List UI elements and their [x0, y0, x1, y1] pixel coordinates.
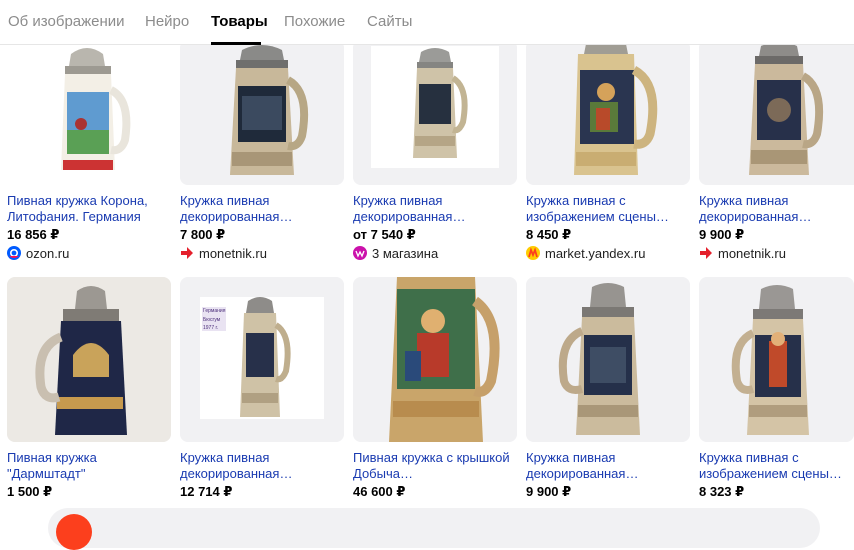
- product-price: 8 323 ₽: [699, 484, 745, 499]
- product-image[interactable]: [180, 40, 344, 185]
- tab-similar[interactable]: Похожие: [284, 13, 345, 30]
- sign-text-line1: Германия: [203, 308, 226, 314]
- product-title[interactable]: Кружка пивная декорированная…: [180, 450, 344, 482]
- product-title[interactable]: Кружка пивная декорированная…: [699, 193, 854, 225]
- shop-name: 3 магазина: [372, 245, 439, 261]
- product-title[interactable]: Кружка пивная декорированная…: [526, 450, 690, 482]
- shop-name: market.yandex.ru: [545, 245, 646, 261]
- ozon-icon: [7, 246, 21, 260]
- product-title[interactable]: Кружка пивная декорированная…: [180, 193, 344, 225]
- product-image[interactable]: [7, 277, 171, 442]
- product-price: 9 900 ₽: [526, 484, 572, 499]
- tab-sites[interactable]: Сайты: [367, 13, 412, 30]
- shop-link[interactable]: ozon.ru: [7, 245, 69, 261]
- wildberries-icon: [353, 246, 367, 260]
- shop-link[interactable]: monetnik.ru: [180, 245, 267, 261]
- product-card[interactable]: Пивная кружка "Дармштадт" 1 500 ₽: [7, 277, 171, 501]
- product-title[interactable]: Пивная кружка Корона, Литофания. Германи…: [7, 193, 171, 225]
- product-price: 16 856 ₽: [7, 227, 60, 242]
- shop-name: monetnik.ru: [199, 245, 267, 261]
- product-image[interactable]: [526, 277, 690, 442]
- product-title[interactable]: Кружка пивная с изображением сцены…: [699, 450, 854, 482]
- tab-bar: Об изображении Нейро Товары Похожие Сайт…: [0, 0, 854, 45]
- product-card[interactable]: Германия Бюсгум 1977 г. Кружка пивная де…: [180, 277, 344, 501]
- shop-name: ozon.ru: [26, 245, 70, 261]
- yandex-market-icon: [526, 246, 540, 260]
- tab-about-image[interactable]: Об изображении: [8, 13, 125, 30]
- product-price: от 7 540 ₽: [353, 227, 416, 242]
- product-price: 8 450 ₽: [526, 227, 572, 242]
- product-title[interactable]: Кружка пивная с изображением сцены…: [526, 193, 690, 225]
- product-image[interactable]: [353, 40, 517, 185]
- product-price: 1 500 ₽: [7, 484, 53, 499]
- sign-text-line2: Бюсгум: [203, 317, 221, 323]
- monetnik-arrow-icon: [180, 246, 194, 260]
- sign-text-line3: 1977 г.: [203, 325, 218, 331]
- tab-neuro[interactable]: Нейро: [145, 13, 189, 30]
- tab-products[interactable]: Товары: [211, 13, 268, 30]
- product-price: 9 900 ₽: [699, 227, 745, 242]
- product-price: 12 714 ₽: [180, 484, 233, 499]
- shop-name: monetnik.ru: [718, 245, 786, 261]
- product-image[interactable]: [353, 277, 517, 442]
- shop-link[interactable]: 3 магазина: [353, 245, 438, 261]
- product-image[interactable]: [7, 40, 171, 185]
- product-image[interactable]: [526, 40, 690, 185]
- product-title[interactable]: Пивная кружка "Дармштадт": [7, 450, 171, 482]
- products-grid: Пивная кружка Корона, Литофания. Германи…: [0, 0, 854, 524]
- search-bar[interactable]: [48, 508, 820, 548]
- product-card[interactable]: Пивная кружка с крышкой Добыча… 46 600 ₽: [353, 277, 517, 501]
- product-price: 46 600 ₽: [353, 484, 406, 499]
- product-card[interactable]: Кружка пивная декорированная… 9 900 ₽: [526, 277, 690, 501]
- product-image[interactable]: [699, 277, 854, 442]
- active-tab-indicator: [211, 42, 261, 45]
- monetnik-arrow-icon: [699, 246, 713, 260]
- product-title[interactable]: Кружка пивная декорированная…: [353, 193, 517, 225]
- product-title[interactable]: Пивная кружка с крышкой Добыча…: [353, 450, 517, 482]
- product-image[interactable]: [699, 40, 854, 185]
- yandex-logo-icon[interactable]: [56, 514, 92, 550]
- product-image[interactable]: Германия Бюсгум 1977 г.: [180, 277, 344, 442]
- product-card[interactable]: Кружка пивная с изображением сцены… 8 32…: [699, 277, 854, 501]
- shop-link[interactable]: monetnik.ru: [699, 245, 786, 261]
- product-price: 7 800 ₽: [180, 227, 226, 242]
- shop-link[interactable]: market.yandex.ru: [526, 245, 645, 261]
